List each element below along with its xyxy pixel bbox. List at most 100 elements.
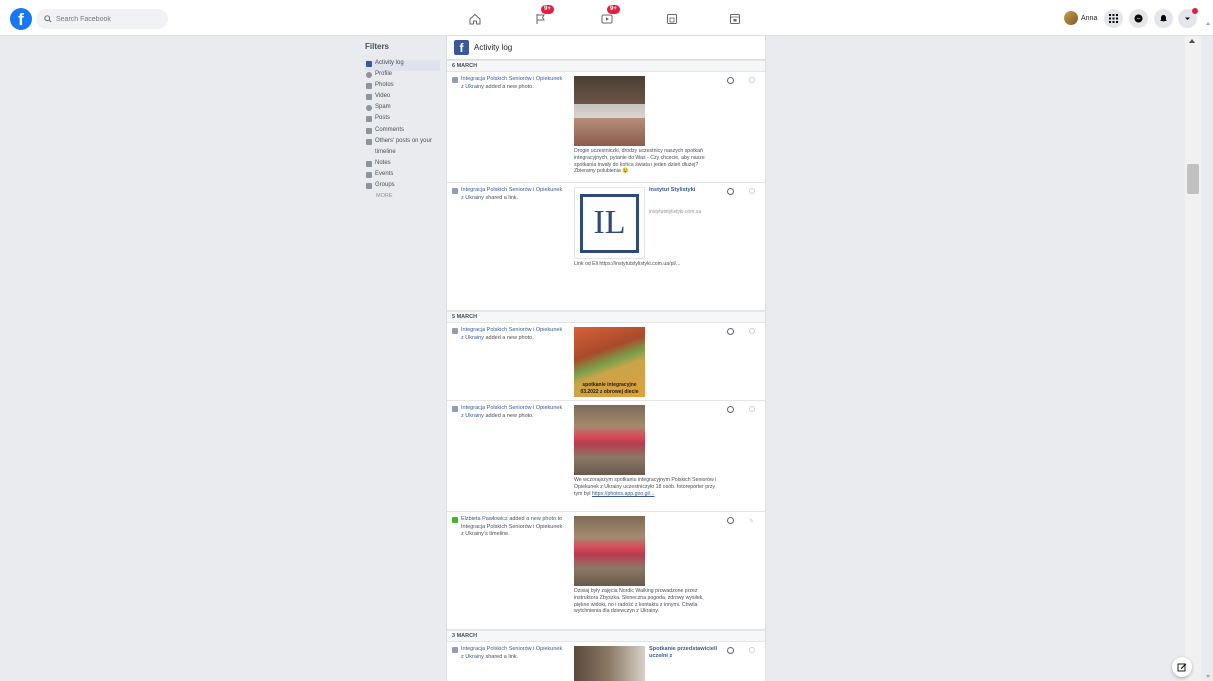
- select-circle-icon[interactable]: [749, 77, 755, 83]
- globe-icon[interactable]: [727, 406, 734, 413]
- globe-icon[interactable]: [727, 188, 734, 195]
- photo-thumbnail[interactable]: spotkanie integracyjne 03.2022 z obrowej…: [574, 327, 645, 397]
- account-button[interactable]: [1178, 8, 1198, 28]
- select-circle-icon[interactable]: [749, 328, 755, 334]
- groups-icon: [366, 183, 372, 190]
- filter-others-posts[interactable]: Others' posts on your: [365, 138, 440, 149]
- link-title[interactable]: Instytut Stylistyki: [649, 187, 719, 194]
- filter-more-link[interactable]: MORE: [365, 193, 440, 202]
- activity-entry: Elżbieta Pawłowicz added a new photo to …: [447, 512, 765, 630]
- image-overlay-text: spotkanie integracyjne 03.2022 z obrowej…: [580, 382, 639, 395]
- watch-tab[interactable]: 9+: [594, 5, 620, 30]
- new-photo-link[interactable]: new photo: [531, 516, 556, 522]
- search-input[interactable]: [56, 15, 156, 23]
- messenger-icon: [1134, 14, 1143, 23]
- activity-log-icon: [366, 61, 372, 67]
- link-title[interactable]: Spotkanie przedstawicieli uczelni z: [649, 646, 719, 660]
- messenger-button[interactable]: [1129, 9, 1148, 28]
- compose-icon: [1177, 663, 1187, 672]
- comment-icon: [452, 517, 458, 523]
- gaming-tab[interactable]: [722, 8, 748, 30]
- page-avatar-icon: [452, 328, 458, 334]
- activity-log-panel: f Activity log 6 MARCH Integracja Polski…: [446, 36, 766, 681]
- filter-spam[interactable]: Spam: [365, 104, 440, 115]
- page-scroll-down-arrow[interactable]: [1206, 675, 1210, 678]
- scroll-thumb[interactable]: [1187, 164, 1199, 194]
- filter-video[interactable]: Video: [365, 93, 440, 104]
- facebook-square-icon: f: [454, 40, 469, 55]
- posts-icon: [366, 116, 372, 123]
- globe-icon[interactable]: [727, 77, 734, 84]
- filter-groups[interactable]: Groups: [365, 182, 440, 193]
- date-separator: 5 MARCH: [447, 311, 765, 323]
- page-avatar-icon: [452, 77, 458, 83]
- page-avatar-icon: [452, 647, 458, 653]
- filter-posts[interactable]: Posts: [365, 115, 440, 126]
- entry-caption: Link od Eli https://instytutstylistyki.c…: [574, 261, 681, 267]
- profile-icon: [366, 72, 372, 79]
- page-avatar-icon: [452, 188, 458, 194]
- filters-title: Filters: [365, 42, 390, 51]
- page-scroll-up-arrow[interactable]: [1206, 22, 1210, 25]
- activity-entry: Integracja Polskich Seniorów i Opiekunek…: [447, 72, 765, 183]
- photo-thumbnail[interactable]: [574, 76, 645, 146]
- filter-profile[interactable]: Profile: [365, 71, 440, 82]
- notifications-button[interactable]: [1154, 9, 1173, 28]
- pencil-icon[interactable]: ✎: [749, 518, 754, 525]
- scrollbar[interactable]: [1185, 36, 1201, 681]
- video-icon: [601, 14, 613, 24]
- menu-button[interactable]: [1104, 9, 1123, 28]
- date-separator: 3 MARCH: [447, 630, 765, 642]
- notification-badge: 9+: [607, 5, 620, 14]
- search-icon: [44, 15, 52, 23]
- filter-photos[interactable]: Photos: [365, 82, 440, 93]
- activity-entry: Integracja Polskich Seniorów i Opiekunek…: [447, 642, 765, 681]
- date-separator: 6 MARCH: [447, 60, 765, 72]
- scroll-up-arrow[interactable]: [1189, 39, 1195, 43]
- pages-tab[interactable]: 9+: [528, 5, 554, 30]
- globe-icon[interactable]: [727, 328, 734, 335]
- marketplace-tab[interactable]: [659, 8, 685, 30]
- bell-icon: [1160, 15, 1167, 23]
- activity-log-header: f Activity log: [447, 36, 765, 60]
- top-navigation-bar: f 9+ 9+ Anna: [0, 0, 1213, 36]
- activity-entry: Integracja Polskich Seniorów i Opiekunek…: [447, 323, 765, 401]
- notification-dot: [1192, 8, 1198, 14]
- marketplace-icon: [667, 14, 677, 24]
- activity-entry: Integracja Polskich Seniorów i Opiekunek…: [447, 183, 765, 311]
- filter-notes[interactable]: Notes: [365, 160, 440, 171]
- actor-link[interactable]: Elżbieta Pawłowicz: [461, 516, 508, 522]
- filter-events[interactable]: Events: [365, 171, 440, 182]
- filter-comments[interactable]: Comments: [365, 127, 440, 138]
- globe-icon[interactable]: [727, 517, 734, 524]
- profile-shortcut[interactable]: Anna: [1064, 11, 1097, 25]
- caption-link[interactable]: https://photos.app.goo.gl/...: [592, 491, 655, 497]
- events-icon: [366, 171, 372, 178]
- video-icon: [366, 94, 372, 101]
- select-circle-icon[interactable]: [749, 406, 755, 412]
- notification-badge: 9+: [541, 5, 554, 14]
- gaming-icon: [730, 14, 740, 24]
- grid-menu-icon: [1109, 14, 1118, 23]
- photo-thumbnail[interactable]: [574, 405, 645, 475]
- entry-caption: Dzisiaj były zajęcia Nordic Walking prow…: [574, 588, 704, 615]
- photo-thumbnail[interactable]: [574, 516, 645, 586]
- filter-activity-log[interactable]: Activity log: [365, 60, 440, 72]
- filter-others-posts-cont[interactable]: timeline: [365, 149, 440, 160]
- new-message-button[interactable]: [1172, 657, 1192, 677]
- link-preview-image[interactable]: IL: [574, 187, 645, 259]
- home-tab[interactable]: [462, 8, 488, 30]
- search-box[interactable]: [36, 9, 168, 29]
- il-logo: IL: [580, 193, 639, 253]
- profile-name: Anna: [1081, 14, 1098, 22]
- facebook-logo[interactable]: f: [10, 8, 32, 30]
- flag-icon: [536, 14, 545, 24]
- page-title: Activity log: [474, 43, 513, 52]
- spam-icon: [366, 105, 372, 112]
- page-avatar-icon: [452, 406, 458, 412]
- select-circle-icon[interactable]: [749, 647, 755, 653]
- select-circle-icon[interactable]: [749, 188, 755, 194]
- link-preview-image[interactable]: [574, 646, 645, 681]
- activity-entry: Integracja Polskich Seniorów i Opiekunek…: [447, 401, 765, 512]
- globe-icon[interactable]: [727, 647, 734, 654]
